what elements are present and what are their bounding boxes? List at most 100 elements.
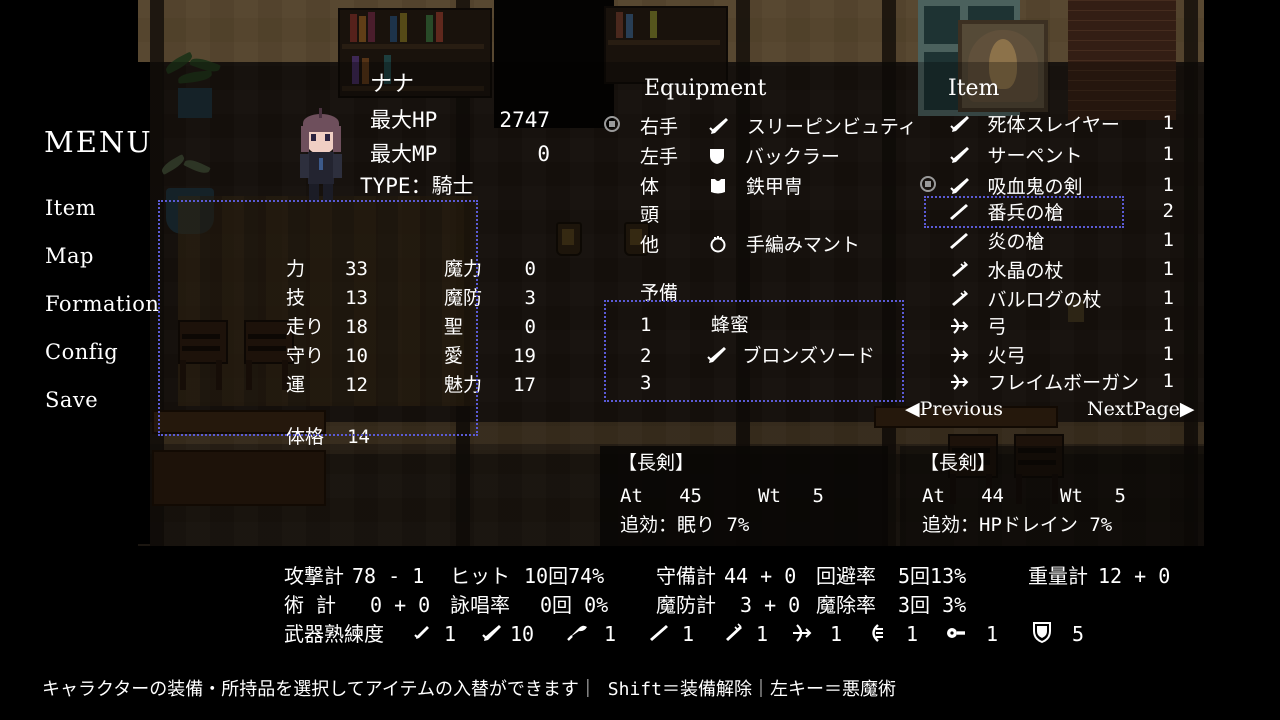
max-mp-label: 最大MP [370, 142, 438, 166]
menu-item-config[interactable]: Config [45, 342, 118, 363]
item-row-4[interactable]: 炎の槍 [948, 231, 1044, 252]
equip-slot-label: 頭 [640, 204, 660, 226]
detail-left-at-value: 45 [679, 485, 702, 507]
item-row-3[interactable]: 番兵の槍 [948, 202, 1063, 223]
staff-icon [722, 622, 744, 644]
equip-slot-label: 右手 [640, 116, 679, 138]
bow-icon [948, 345, 970, 365]
item-panel-title: Item [948, 76, 1000, 101]
dagger-icon [410, 622, 432, 644]
magic-resist-label: 魔除率 [816, 593, 876, 617]
item-row-5[interactable]: 水晶の杖 [948, 260, 1063, 281]
proficiency-dagger-value: 1 [444, 622, 457, 646]
equipment-title: Equipment [644, 76, 767, 101]
equipment-cursor-marker [604, 116, 620, 132]
item-row-8[interactable]: 火弓 [948, 345, 1025, 366]
bow-icon [948, 316, 970, 336]
reserve-panel-frame [604, 300, 904, 402]
defense-total-value: 44 + 0 [724, 564, 797, 588]
equip-slot-head[interactable]: 頭 [640, 206, 697, 225]
previous-page-label: Previous [919, 398, 1003, 420]
proficiency-bow-value: 1 [830, 622, 843, 646]
item-row-0[interactable]: 死体スレイヤー [948, 114, 1120, 135]
menu-item-map[interactable]: Map [45, 246, 94, 267]
item-row-2[interactable]: 吸血鬼の剣 [948, 176, 1082, 197]
evade-label: 回避率 [816, 564, 876, 588]
sprite-hair-side [301, 126, 309, 152]
cast-rate-label: 詠唱率 [450, 593, 510, 617]
item-name: サーペント [987, 145, 1083, 167]
armor-icon [708, 176, 728, 196]
proficiency-crossbow [864, 622, 888, 644]
hit-value: 10回74% [524, 564, 605, 588]
stat-panel-frame [158, 200, 478, 436]
next-page-button[interactable]: NextPage▶ [1087, 400, 1195, 419]
proficiency-gun [944, 622, 968, 644]
detail-right-category: 【長剣】 [920, 452, 997, 474]
item-name: バルログの杖 [987, 289, 1102, 311]
weight-total-label: 重量計 [1028, 564, 1088, 588]
stat-value-holy: 0 [524, 316, 536, 338]
cloak-icon [708, 234, 728, 254]
proficiency-gun-value: 1 [986, 622, 999, 646]
hit-label: ヒット [450, 564, 510, 588]
character-sprite [294, 102, 348, 202]
proficiency-staff [722, 622, 744, 644]
previous-page-button[interactable]: ◀Previous [905, 400, 1003, 419]
item-name: 吸血鬼の剣 [987, 176, 1083, 198]
magic-defense-total-label: 魔防計 [656, 593, 716, 617]
detail-right-wt-value: 5 [1114, 485, 1126, 507]
right-letterbox [1204, 0, 1280, 546]
sword-icon [948, 176, 970, 196]
item-name: 炎の槍 [987, 231, 1045, 253]
detail-right-at-value: 44 [981, 485, 1004, 507]
item-qty-4: 1 [1162, 229, 1174, 251]
item-qty-0: 1 [1162, 112, 1174, 134]
character-type: TYPE：騎士 [360, 174, 474, 198]
staff-icon [948, 289, 970, 309]
shield-icon [707, 146, 727, 166]
proficiency-sword-value: 10 [510, 622, 535, 646]
menu-item-item[interactable]: Item [45, 198, 96, 219]
magic-resist-value: 3回 3% [898, 593, 967, 617]
max-hp-label: 最大HP [370, 108, 438, 132]
item-qty-2: 1 [1162, 174, 1174, 196]
top-dim-overlay [138, 0, 1204, 62]
item-qty-6: 1 [1162, 287, 1174, 309]
equip-slot-body[interactable]: 体 鉄甲冑 [640, 176, 803, 197]
sprite-antenna-hair [319, 108, 322, 118]
attack-total-label: 攻撃計 [284, 564, 344, 588]
detail-left-effect: 追効：眠り 7% [620, 514, 750, 536]
chevron-left-icon: ◀ [905, 398, 920, 420]
proficiency-crossbow-value: 1 [906, 622, 919, 646]
item-row-6[interactable]: バルログの杖 [948, 289, 1101, 310]
item-row-7[interactable]: 弓 [948, 316, 1006, 337]
item-row-9[interactable]: フレイムボーガン [948, 372, 1139, 393]
item-row-1[interactable]: サーペント [948, 145, 1082, 166]
game-screen: MENU Item Map Formation Config Save ナナ 最… [0, 0, 1280, 720]
next-page-label: NextPage [1087, 398, 1180, 420]
item-name: 水晶の杖 [987, 260, 1064, 282]
item-cursor-marker [920, 176, 936, 192]
spear-icon [948, 202, 970, 222]
staff-icon [948, 260, 970, 280]
item-qty-1: 1 [1162, 143, 1174, 165]
proficiency-shield [1030, 620, 1054, 644]
equip-slot-right-hand[interactable]: 右手 スリーピンビュティ [640, 116, 917, 137]
item-qty-9: 1 [1162, 370, 1174, 392]
sword-icon [948, 145, 970, 165]
equip-slot-other[interactable]: 他 手編みマント [640, 234, 860, 255]
shield-icon [1030, 620, 1054, 644]
max-hp-value: 2747 [499, 108, 550, 132]
proficiency-axe [566, 622, 590, 644]
detail-left-category: 【長剣】 [618, 452, 695, 474]
sword-icon [480, 622, 502, 644]
menu-item-formation[interactable]: Formation [45, 294, 159, 315]
menu-item-save[interactable]: Save [45, 390, 98, 411]
sprite-arm [300, 154, 309, 178]
sprite-eye [325, 134, 330, 141]
sword-icon [948, 114, 970, 134]
magic-defense-total-value: 3 + 0 [740, 593, 801, 617]
equip-slot-left-hand[interactable]: 左手 バックラー [640, 146, 840, 167]
bow-icon [790, 622, 814, 644]
